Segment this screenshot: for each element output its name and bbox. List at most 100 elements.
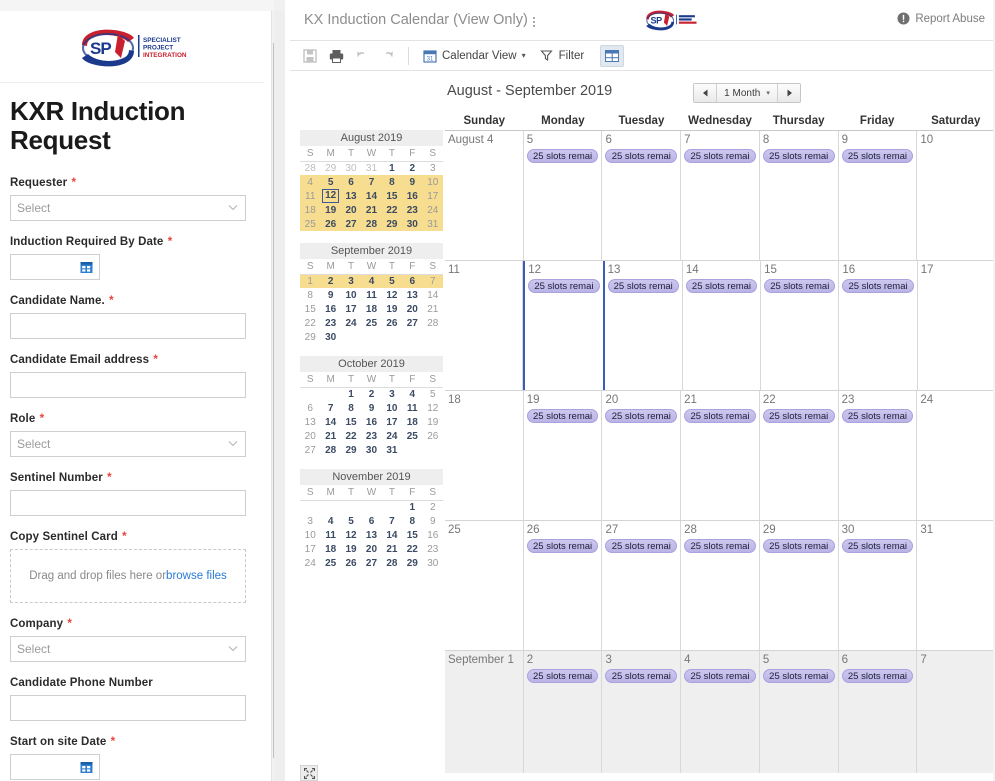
- mini-day-cell[interactable]: 11: [361, 288, 381, 302]
- mini-day-cell[interactable]: 11: [402, 401, 422, 415]
- calendar-day-cell[interactable]: 26 25 slots remai: [523, 521, 603, 650]
- mini-day-cell[interactable]: 14: [382, 528, 402, 542]
- calendar-day-cell[interactable]: 7: [917, 651, 995, 773]
- mini-day-cell[interactable]: 27: [340, 217, 362, 231]
- mini-day-cell[interactable]: 2: [361, 387, 381, 401]
- prev-period-button[interactable]: [694, 84, 716, 102]
- calendar-day-cell[interactable]: 28 25 slots remai: [681, 521, 760, 650]
- calendar-event[interactable]: 25 slots remai: [528, 279, 600, 293]
- next-period-button[interactable]: [778, 84, 800, 102]
- calendar-event[interactable]: 25 slots remai: [764, 279, 836, 293]
- calendar-day-cell[interactable]: 27 25 slots remai: [602, 521, 682, 650]
- mini-day-cell[interactable]: 19: [320, 203, 341, 217]
- mini-day-cell[interactable]: 26: [382, 316, 402, 330]
- mini-day-cell[interactable]: 3: [340, 274, 362, 288]
- mini-day-cell[interactable]: 6: [361, 514, 381, 528]
- mini-day-cell[interactable]: 1: [341, 387, 361, 401]
- mini-day-cell[interactable]: 28: [361, 217, 382, 231]
- mini-day-cell[interactable]: 28: [320, 443, 340, 457]
- mini-day-cell[interactable]: 28: [423, 316, 443, 330]
- calendar-event[interactable]: 25 slots remai: [526, 669, 599, 683]
- mini-day-cell[interactable]: 14: [320, 415, 340, 429]
- report-abuse-button[interactable]: Report Abuse: [897, 12, 985, 25]
- mini-day-cell[interactable]: 10: [341, 288, 361, 302]
- mini-day-cell[interactable]: 8: [381, 175, 403, 189]
- calendar-day-cell[interactable]: 17: [917, 261, 995, 390]
- text-input[interactable]: [10, 313, 246, 340]
- mini-day-cell[interactable]: 19: [341, 542, 361, 556]
- mini-day-cell[interactable]: 15: [381, 189, 403, 203]
- mini-day-cell[interactable]: 22: [381, 203, 403, 217]
- layout-toggle-button[interactable]: [600, 44, 625, 67]
- calendar-day-cell[interactable]: September 1: [445, 651, 524, 773]
- text-input[interactable]: [10, 490, 246, 517]
- mini-day-cell[interactable]: 29: [341, 443, 361, 457]
- calendar-event[interactable]: 25 slots remai: [684, 409, 756, 423]
- mini-day-cell[interactable]: 25: [402, 429, 422, 443]
- mini-day-cell[interactable]: 17: [341, 302, 361, 316]
- calendar-event[interactable]: 25 slots remai: [762, 539, 835, 553]
- calendar-event[interactable]: 25 slots remai: [607, 279, 679, 293]
- date-input[interactable]: [10, 254, 100, 281]
- calendar-day-cell[interactable]: August 4: [445, 131, 524, 260]
- mini-day-cell[interactable]: 9: [320, 288, 340, 302]
- mini-day-cell[interactable]: 25: [300, 217, 321, 231]
- mini-day-cell[interactable]: 1: [402, 500, 422, 514]
- mini-day-cell[interactable]: 27: [402, 316, 422, 330]
- mini-day-cell[interactable]: 16: [423, 528, 443, 542]
- mini-day-cell[interactable]: 24: [300, 556, 320, 570]
- calendar-day-cell[interactable]: 5 25 slots remai: [759, 651, 839, 773]
- mini-day-cell[interactable]: 9: [423, 514, 443, 528]
- calendar-event[interactable]: 25 slots remai: [841, 409, 914, 423]
- mini-day-cell[interactable]: 17: [300, 542, 320, 556]
- mini-day-cell[interactable]: 9: [402, 175, 423, 189]
- mini-day-cell[interactable]: 7: [361, 175, 382, 189]
- mini-day-cell[interactable]: 7: [320, 401, 340, 415]
- range-selector[interactable]: 1 Month ▾: [716, 84, 778, 102]
- calendar-event[interactable]: 25 slots remai: [526, 539, 599, 553]
- mini-day-cell[interactable]: 22: [341, 429, 361, 443]
- mini-day-cell[interactable]: 5: [381, 274, 403, 288]
- calendar-day-cell[interactable]: 12 25 slots remai: [523, 261, 605, 390]
- calendar-event[interactable]: 25 slots remai: [762, 149, 835, 163]
- calendar-day-cell[interactable]: 16 25 slots remai: [839, 261, 918, 390]
- mini-day-cell[interactable]: 24: [422, 203, 443, 217]
- date-input[interactable]: [10, 754, 100, 781]
- mini-day-cell[interactable]: 30: [402, 217, 423, 231]
- mini-day-cell[interactable]: 15: [341, 415, 361, 429]
- calendar-day-cell[interactable]: 29 25 slots remai: [759, 521, 839, 650]
- mini-day-cell[interactable]: 2: [320, 274, 341, 288]
- calendar-day-cell[interactable]: 20 25 slots remai: [602, 391, 682, 520]
- fullscreen-button[interactable]: [300, 765, 318, 781]
- mini-day-cell[interactable]: 19: [382, 302, 402, 316]
- calendar-event[interactable]: 25 slots remai: [841, 669, 914, 683]
- calendar-event[interactable]: 25 slots remai: [605, 669, 678, 683]
- select-input[interactable]: Select: [10, 431, 246, 458]
- calendar-event[interactable]: 25 slots remai: [762, 669, 835, 683]
- mini-day-cell[interactable]: 15: [300, 302, 320, 316]
- calendar-event[interactable]: 25 slots remai: [841, 539, 914, 553]
- mini-day-cell[interactable]: 13: [340, 189, 362, 203]
- mini-day-cell[interactable]: 21: [423, 302, 443, 316]
- mini-day-cell[interactable]: 25: [361, 316, 381, 330]
- calendar-day-cell[interactable]: 10: [917, 131, 995, 260]
- mini-day-cell[interactable]: 24: [341, 316, 361, 330]
- mini-day-cell[interactable]: 8: [341, 401, 361, 415]
- calendar-event[interactable]: 25 slots remai: [684, 539, 756, 553]
- mini-day-cell[interactable]: 11: [300, 189, 321, 203]
- mini-day-cell[interactable]: 15: [402, 528, 422, 542]
- mini-day-cell[interactable]: 3: [300, 514, 320, 528]
- mini-day-cell[interactable]: 29: [320, 161, 340, 175]
- mini-day-cell[interactable]: 14: [361, 189, 382, 203]
- calendar-picker-icon[interactable]: [80, 261, 93, 274]
- calendar-day-cell[interactable]: 6 25 slots remai: [602, 131, 682, 260]
- mini-day-cell[interactable]: 28: [300, 161, 320, 175]
- mini-day-cell[interactable]: 18: [402, 415, 422, 429]
- calendar-event[interactable]: 25 slots remai: [684, 669, 756, 683]
- text-input[interactable]: [10, 372, 246, 399]
- calendar-day-cell[interactable]: 24: [917, 391, 995, 520]
- mini-day-cell[interactable]: 8: [402, 514, 422, 528]
- mini-day-cell[interactable]: 4: [361, 274, 382, 288]
- mini-day-cell[interactable]: 5: [320, 175, 341, 189]
- mini-day-cell[interactable]: 13: [402, 288, 422, 302]
